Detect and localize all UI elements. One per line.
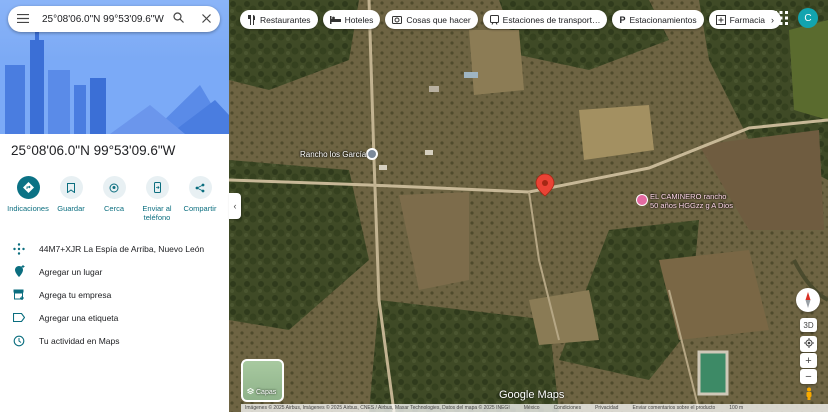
parking-icon: P	[619, 14, 626, 25]
map-footer: Imágenes © 2025 Airbus, Imágenes © 2025 …	[241, 404, 828, 412]
directions-icon	[16, 176, 40, 199]
footer-privacy[interactable]: Privacidad	[595, 405, 618, 411]
action-buttons: Indicaciones Guardar Cerca Enviar al tel…	[7, 176, 220, 222]
rancho-marker-icon	[366, 148, 378, 160]
add-label-row[interactable]: Agregar una etiqueta	[0, 306, 229, 329]
compass-button[interactable]	[796, 288, 820, 312]
share-icon	[188, 176, 212, 199]
footer-country[interactable]: México	[524, 405, 540, 411]
chip-farmacia[interactable]: Farmacia ›	[708, 10, 782, 29]
footer-terms[interactable]: Condiciones	[554, 405, 582, 411]
chevron-left-icon: ‹	[233, 201, 237, 211]
search-input[interactable]: 25°08'06.0"N 99°53'09.6"W	[38, 14, 164, 25]
chip-transporte[interactable]: Estaciones de transport…	[482, 10, 608, 29]
pegman-button[interactable]	[800, 387, 817, 402]
zoom-out-button[interactable]: −	[800, 369, 817, 384]
satellite-map[interactable]	[229, 0, 828, 412]
info-list: 44M7+XJR La Espía de Arriba, Nuevo León …	[0, 237, 229, 352]
tilt-3d-button[interactable]: 3D	[800, 318, 817, 332]
hotel-icon	[329, 15, 341, 24]
my-location-button[interactable]	[800, 336, 817, 352]
bookmark-icon	[59, 176, 83, 199]
attribution: Imágenes © 2025 Airbus, Imágenes © 2025 …	[245, 405, 510, 411]
poi-label-line2: 50 años HGGzz g A Dios	[650, 200, 733, 210]
business-icon	[12, 288, 26, 302]
chip-estacionamientos[interactable]: P Estacionamientos	[612, 10, 704, 29]
hamburger-icon	[17, 10, 29, 28]
label-icon	[12, 311, 26, 325]
nearby-button[interactable]: Cerca	[94, 176, 134, 222]
layers-button[interactable]: Capas	[241, 359, 284, 402]
camera-icon	[392, 15, 403, 24]
place-panel: 25°08'06.0"N 99°53'09.6"W 25°08'06.0"N 9…	[0, 0, 229, 412]
save-button[interactable]: Guardar	[51, 176, 91, 222]
clear-button[interactable]	[192, 6, 220, 32]
phone-icon	[145, 176, 169, 199]
menu-button[interactable]	[8, 6, 38, 32]
chip-hoteles[interactable]: Hoteles	[322, 10, 381, 29]
my-location-icon	[803, 338, 814, 350]
rancho-label[interactable]: Rancho los García	[300, 150, 366, 159]
footer-feedback[interactable]: Enviar comentarios sobre el producto	[632, 405, 715, 411]
restaurant-icon	[247, 14, 256, 25]
plus-code-icon	[12, 242, 26, 256]
page-title: 25°08'06.0"N 99°53'09.6"W	[11, 143, 176, 158]
layers-icon	[246, 388, 255, 397]
search-box[interactable]: 25°08'06.0"N 99°53'09.6"W	[8, 6, 220, 32]
chip-cosas[interactable]: Cosas que hacer	[385, 10, 478, 29]
add-place-row[interactable]: Agregar un lugar	[0, 260, 229, 283]
category-chips: Restaurantes Hoteles Cosas que hacer Est…	[240, 10, 782, 29]
send-to-phone-button[interactable]: Enviar al teléfono	[137, 176, 177, 222]
activity-row[interactable]: Tu actividad en Maps	[0, 329, 229, 352]
add-business-row[interactable]: Agrega tu empresa	[0, 283, 229, 306]
compass-icon	[805, 292, 811, 308]
layers-label: Capas	[256, 389, 277, 396]
search-icon	[172, 10, 184, 28]
transit-icon	[489, 14, 499, 25]
directions-button[interactable]: Indicaciones	[7, 176, 49, 222]
chip-restaurantes[interactable]: Restaurantes	[240, 10, 318, 29]
pharmacy-icon	[715, 14, 726, 25]
collapse-panel-button[interactable]: ‹	[229, 193, 241, 219]
poi-label[interactable]: EL CAMINERO rancho 50 años HGGzz g A Dio…	[650, 192, 733, 210]
pegman-icon	[805, 387, 813, 402]
zoom-in-button[interactable]: +	[800, 353, 817, 368]
google-maps-logo: Google Maps	[499, 389, 565, 401]
avatar[interactable]: C	[798, 8, 818, 28]
add-place-icon	[12, 265, 26, 279]
plus-code-row[interactable]: 44M7+XJR La Espía de Arriba, Nuevo León	[0, 237, 229, 260]
nearby-icon	[102, 176, 126, 199]
close-icon	[201, 10, 211, 28]
share-button[interactable]: Compartir	[180, 176, 220, 222]
history-icon	[12, 334, 26, 348]
search-button[interactable]	[164, 6, 192, 32]
scale-label[interactable]: 100 m	[729, 405, 743, 411]
apps-grid-icon[interactable]	[773, 10, 789, 26]
satellite-imagery	[229, 0, 828, 412]
poi-marker-icon	[636, 194, 648, 206]
